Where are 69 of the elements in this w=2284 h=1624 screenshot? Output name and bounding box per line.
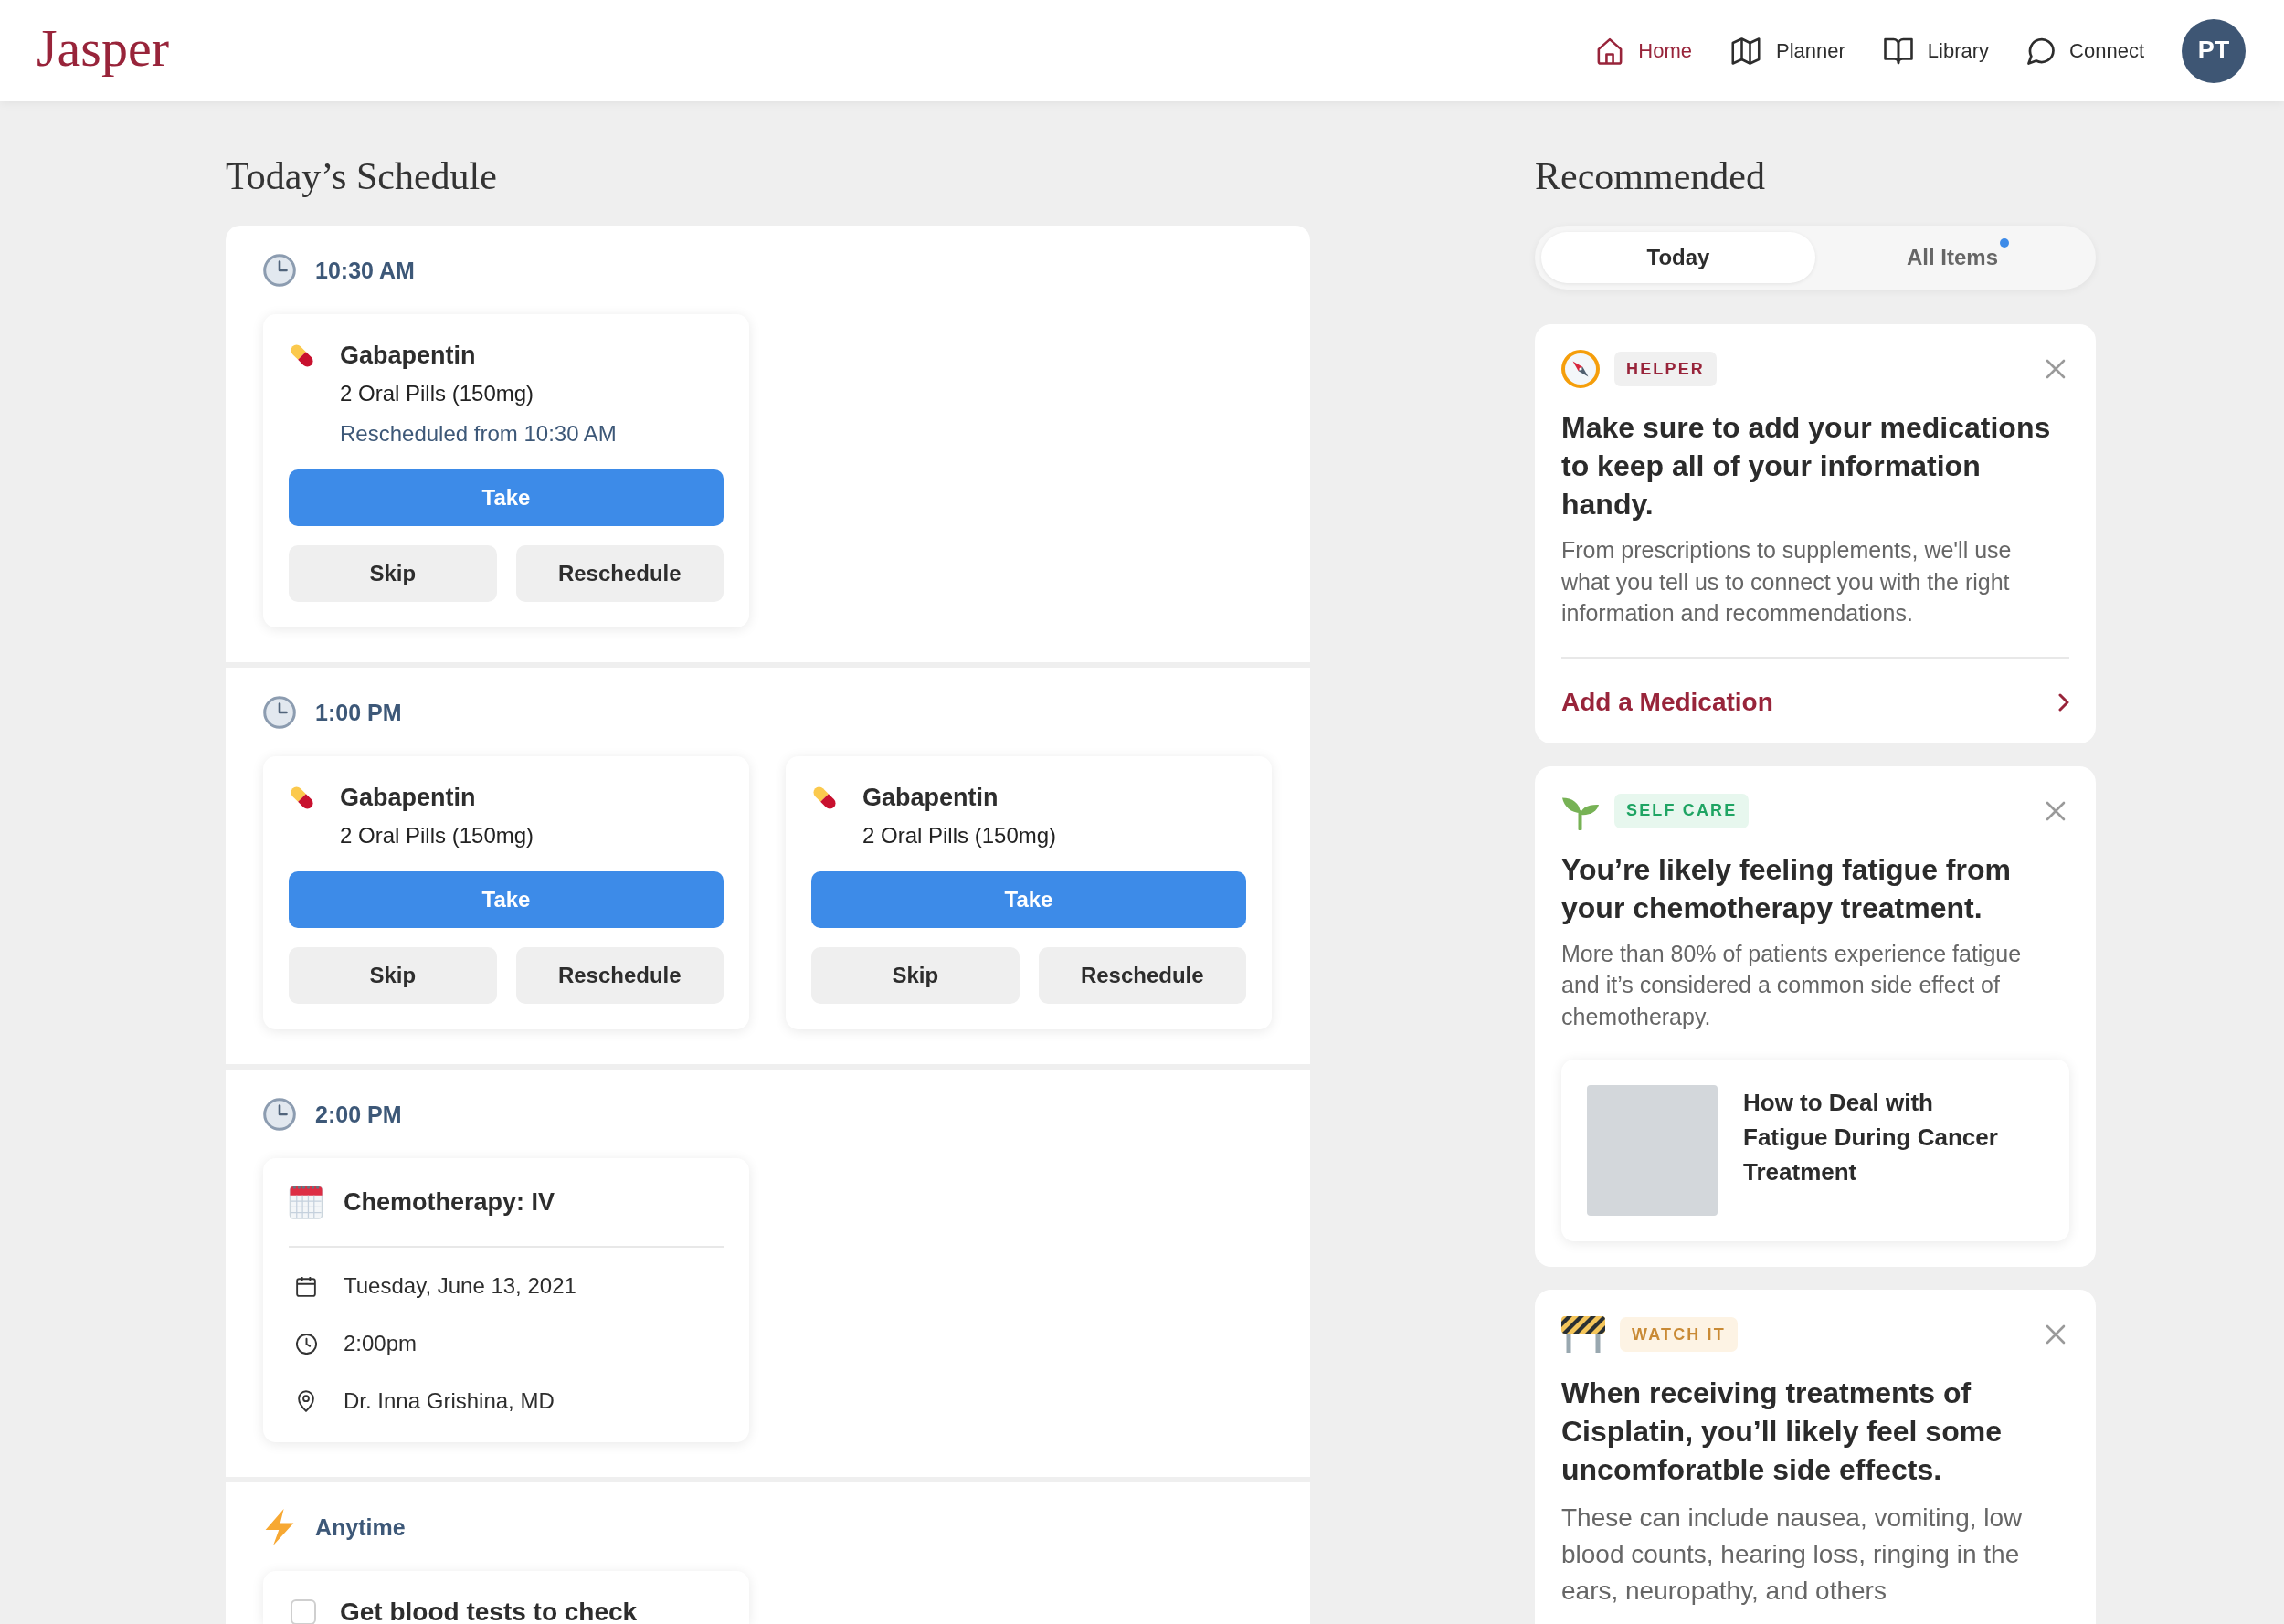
pill-icon xyxy=(289,343,315,369)
close-button[interactable] xyxy=(2046,359,2066,379)
time-label: 10:30 AM xyxy=(315,257,415,285)
appointment-title: Chemotherapy: IV xyxy=(344,1186,555,1218)
map-pin-icon xyxy=(298,1390,314,1412)
nav-link[interactable]: Library xyxy=(1883,37,1990,65)
chevron-right-icon xyxy=(2058,692,2069,712)
clock-icon xyxy=(263,254,296,287)
home-icon xyxy=(1596,37,1624,65)
close-icon xyxy=(2046,800,2066,821)
chat-bubble-icon xyxy=(2027,37,2056,65)
skip-button[interactable]: Skip xyxy=(289,545,497,602)
pill-icon xyxy=(811,785,838,811)
add-medication-link[interactable]: Add a Medication xyxy=(1561,686,2069,718)
nav-link[interactable]: Planner xyxy=(1729,37,1845,65)
clock-icon xyxy=(263,696,296,729)
card-title: When receiving treatments of Cisplatin, you’ll likely feel some uncomforatble side effects. xyxy=(1561,1376,2003,1488)
time-label: Anytime xyxy=(315,1513,406,1542)
pill-icon xyxy=(289,785,315,811)
section-heading: Recommended xyxy=(1535,154,1765,198)
reschedule-button[interactable]: Reschedule xyxy=(515,947,724,1004)
reschedule-button[interactable]: Reschedule xyxy=(515,545,724,602)
calendar-icon xyxy=(289,1184,323,1219)
close-icon xyxy=(2046,359,2066,379)
calendar-icon xyxy=(296,1275,316,1297)
category-tag: HELPER xyxy=(1614,352,1717,386)
tab[interactable]: Today xyxy=(1541,232,1815,283)
close-icon xyxy=(2046,1324,2066,1345)
nav-link[interactable]: Home xyxy=(1596,37,1692,65)
skip-button[interactable]: Skip xyxy=(289,947,497,1004)
tab[interactable]: All Items xyxy=(1815,232,2089,283)
time-label: 2:00 PM xyxy=(315,1101,402,1129)
page-heading: Today’s Schedule xyxy=(226,154,497,198)
dose-text: 2 Oral Pills (150mg) xyxy=(862,822,1057,849)
close-button[interactable] xyxy=(2046,800,2066,821)
category-tag: SELF CARE xyxy=(1614,793,1750,828)
article-card[interactable]: How to Deal with Fatigue During Cancer Treatment xyxy=(1561,1060,2069,1241)
skip-button[interactable]: Skip xyxy=(811,947,1020,1004)
dose-text: 2 Oral Pills (150mg) xyxy=(340,380,535,407)
nav-link[interactable]: Connect xyxy=(2027,37,2144,65)
logo[interactable]: Jasper xyxy=(37,21,169,75)
card-body-text: These can include nausea, vomiting, low blood counts, hearing loss, ringing in the ears, neuropathy, and others xyxy=(1561,1503,2024,1607)
map-icon xyxy=(1729,37,1761,65)
card-title: You’re likely feeling fatigue from your chemotherapy treatment. xyxy=(1561,851,2012,926)
reschedule-button[interactable]: Reschedule xyxy=(1038,947,1246,1004)
time-label: 1:00 PM xyxy=(315,699,402,727)
barrier-icon xyxy=(1561,1316,1605,1353)
profile-avatar[interactable]: PT xyxy=(2182,18,2246,83)
medication-name: Gabapentin xyxy=(340,783,477,813)
date-text: Tuesday, June 13, 2021 xyxy=(344,1272,576,1300)
dose-text: 2 Oral Pills (150mg) xyxy=(340,822,534,849)
clock-icon xyxy=(263,1098,296,1131)
card-body-text: From prescriptions to supplements, we'll use what you tell us to connect you with the right information and recommendations. xyxy=(1561,536,2013,627)
close-button[interactable] xyxy=(2046,1324,2066,1345)
card-body-text: More than 80% of patients experience fatigue and it’s considered a common side effect of chemotherapy. xyxy=(1561,939,2023,1031)
medication-name: Gabapentin xyxy=(862,783,999,813)
checkbox[interactable] xyxy=(291,1599,316,1624)
compass-icon xyxy=(1561,350,1600,388)
lightning-icon xyxy=(263,1509,296,1545)
task-title: Get blood tests to check xyxy=(340,1597,638,1624)
clock-icon xyxy=(295,1333,317,1355)
book-icon xyxy=(1883,37,1913,65)
card-title: Make sure to add your medications to keep all of your information handy. xyxy=(1561,410,2052,522)
location-text: Dr. Inna Grishina, MD xyxy=(344,1387,555,1415)
medication-name: Gabapentin xyxy=(340,341,477,371)
reschedule-note: Rescheduled from 10:30 AM xyxy=(340,420,617,448)
category-tag: WATCH IT xyxy=(1620,1317,1738,1352)
article-title: How to Deal with Fatigue During Cancer Treatment xyxy=(1743,1088,1999,1187)
time-text: 2:00pm xyxy=(344,1330,418,1357)
